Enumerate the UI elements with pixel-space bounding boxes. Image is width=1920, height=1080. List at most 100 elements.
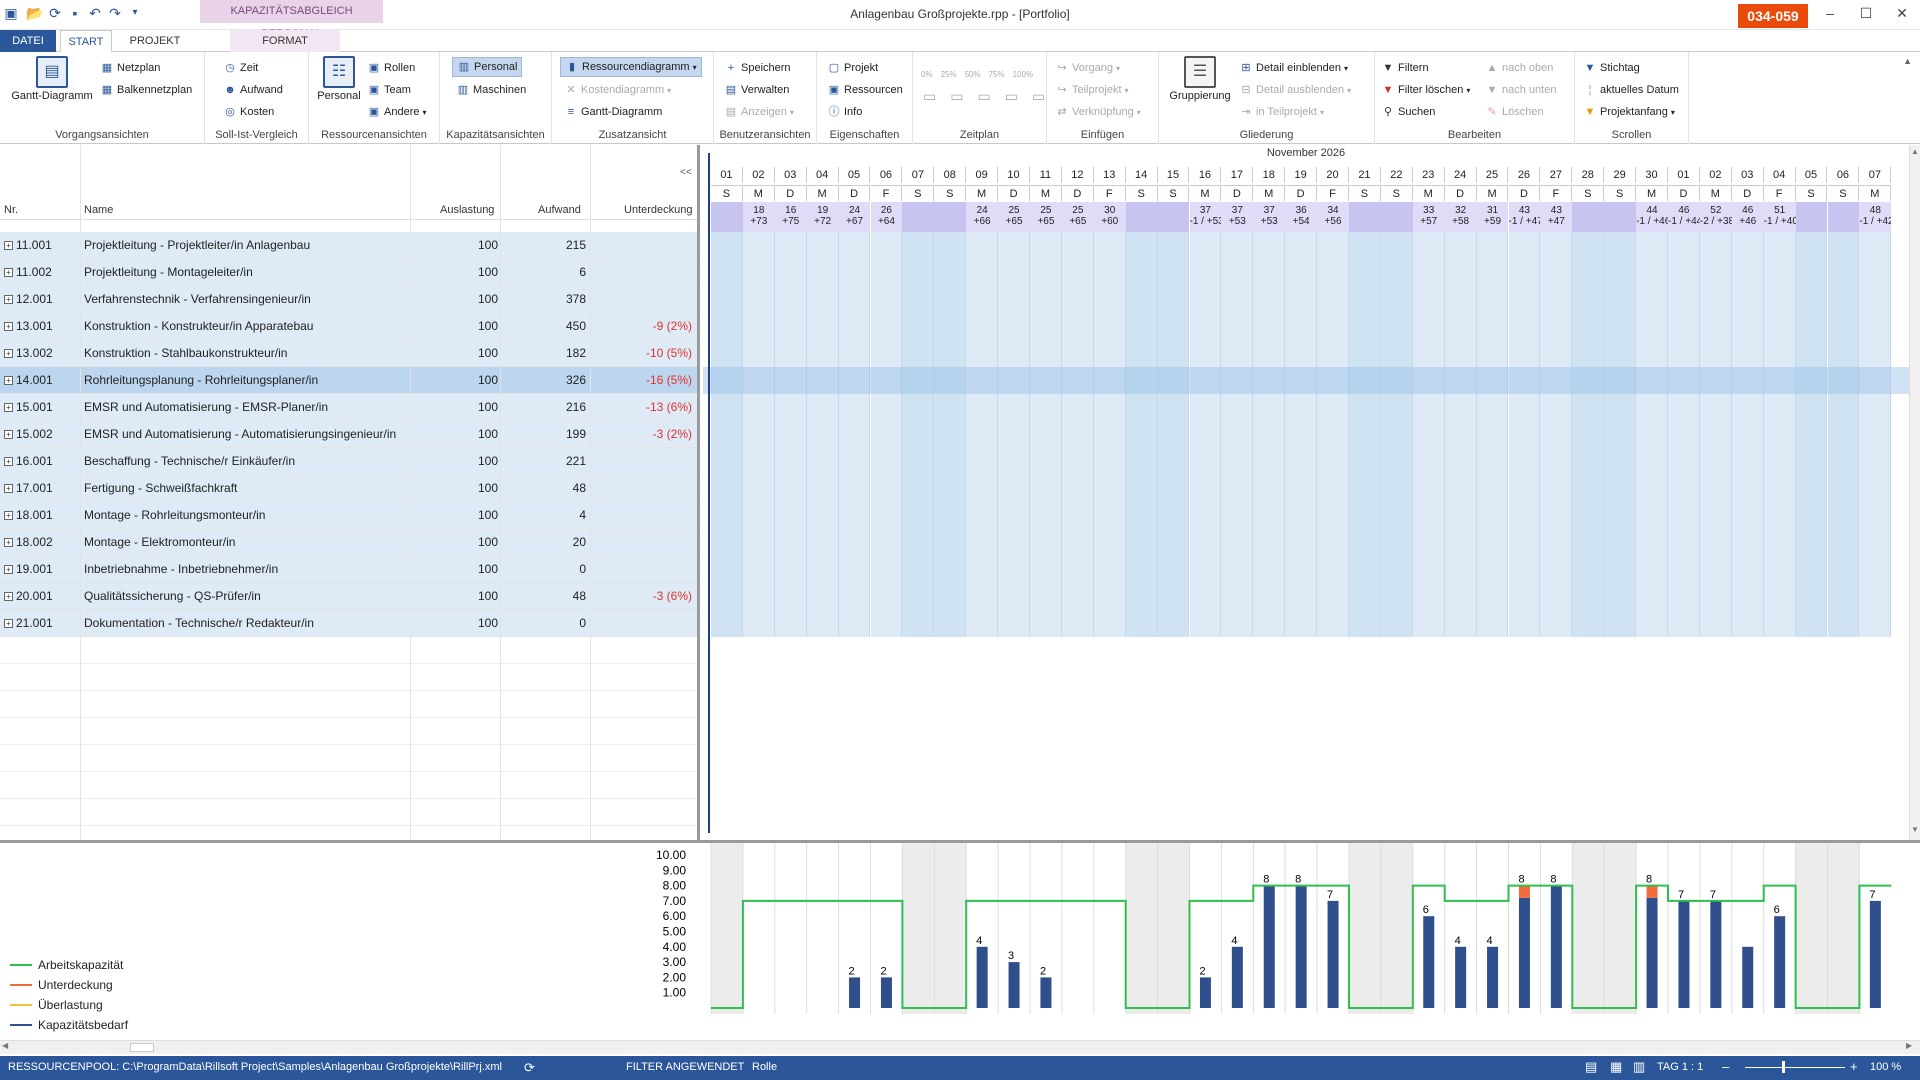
table-row[interactable]: +20.001 Qualitätssicherung - QS-Prüfer/in… — [0, 583, 697, 610]
vorgang-button[interactable]: ↪ Vorgang ▾ — [1055, 58, 1120, 78]
close-icon[interactable]: ✕ — [1892, 5, 1912, 22]
tab-format[interactable]: FORMAT — [230, 30, 340, 52]
progress-75-button[interactable]: 75% — [989, 70, 1005, 79]
table-row[interactable]: +18.001 Montage - Rohrleitungsmonteur/in 1… — [0, 502, 697, 529]
minimize-icon[interactable]: – — [1820, 5, 1840, 21]
header-nr[interactable]: Nr. — [4, 201, 18, 219]
in-teilprojekt-button[interactable]: ⇥ in Teilprojekt ▾ — [1239, 102, 1324, 122]
nach-oben-button[interactable]: ▲ nach oben — [1485, 58, 1554, 78]
ribbon-collapse-icon[interactable]: ▲ — [1903, 56, 1912, 66]
maximize-icon[interactable]: ☐ — [1856, 5, 1876, 22]
table-row[interactable]: +17.001 Fertigung - Schweißfachkraft 100 48 — [0, 475, 697, 502]
filter-loeschen-button[interactable]: ▼ Filter löschen ▾ — [1381, 80, 1471, 100]
speichern-button[interactable]: + Speichern — [724, 58, 791, 78]
personal-view-button[interactable]: ☷ Personal — [313, 56, 365, 102]
table-row[interactable]: +15.001 EMSR und Automatisierung - EMSR-P… — [0, 394, 697, 421]
table-row[interactable]: +11.001 Projektleitung - Projektleiter/in… — [0, 232, 697, 259]
progress-50-button[interactable]: 50% — [965, 70, 981, 79]
projekt-prop-button[interactable]: ▢ Projekt — [827, 58, 878, 78]
rollen-button[interactable]: ▣ Rollen — [367, 58, 415, 78]
zoom-in-icon[interactable]: + — [1850, 1059, 1858, 1074]
table-row[interactable]: +12.001 Verfahrenstechnik - Verfahrensing… — [0, 286, 697, 313]
verwalten-button[interactable]: ▤ Verwalten — [724, 80, 790, 100]
table-row[interactable]: +14.001 Rohrleitungsplanung - Rohrleitung… — [0, 367, 697, 394]
tab-datei[interactable]: DATEI — [0, 30, 56, 52]
vertical-scrollbar[interactable]: ▲ ▼ — [1909, 145, 1920, 840]
kapazitaet-personal-button[interactable]: ▥ Personal — [452, 57, 523, 77]
view-chart-icon[interactable]: ▥ — [1633, 1059, 1645, 1075]
expand-icon[interactable]: + — [4, 430, 13, 440]
progress-0-button[interactable]: 0% — [921, 70, 933, 79]
progress-buttons[interactable]: 0% 25% 50% 75% 100% — [921, 64, 1033, 84]
projektanfang-button[interactable]: ▼ Projektanfang ▾ — [1583, 102, 1675, 122]
table-row[interactable]: +19.001 Inbetriebnahme - Inbetriebnehmer/… — [0, 556, 697, 583]
header-auslastung[interactable]: Auslastung — [440, 201, 494, 219]
expand-icon[interactable]: + — [4, 484, 13, 494]
zoom-thumb[interactable] — [1782, 1061, 1785, 1073]
zusatz-gantt-button[interactable]: ≡ Gantt-Diagramm — [564, 102, 663, 122]
expand-icon[interactable]: + — [4, 457, 13, 467]
expand-icon[interactable]: + — [4, 619, 13, 629]
detail-ausblenden-button[interactable]: ⊟ Detail ausblenden ▾ — [1239, 80, 1351, 100]
view-normal-icon[interactable]: ▤ — [1585, 1059, 1597, 1075]
maschinen-button[interactable]: ▥ Maschinen — [456, 80, 526, 100]
kosten-button[interactable]: ◎ Kosten — [223, 102, 274, 122]
tab-start[interactable]: START — [60, 30, 112, 52]
scroll-thumb[interactable] — [130, 1043, 154, 1052]
loeschen-button[interactable]: ✎ Löschen — [1485, 102, 1543, 122]
expand-icon[interactable]: + — [4, 295, 13, 305]
header-name[interactable]: Name — [84, 201, 113, 219]
scroll-right-icon[interactable]: ▶ — [1906, 1041, 1912, 1050]
header-aufwand[interactable]: Aufwand — [538, 201, 581, 219]
team-button[interactable]: ▣ Team — [367, 80, 411, 100]
expand-icon[interactable]: + — [4, 322, 13, 332]
header-unterdeckung[interactable]: Unterdeckung — [624, 201, 693, 219]
progress-100-button[interactable]: 100% — [1013, 70, 1033, 79]
aufwand-button[interactable]: ☻ Aufwand — [223, 80, 283, 100]
suchen-button[interactable]: ⚲ Suchen — [1381, 102, 1435, 122]
table-row[interactable]: +21.001 Dokumentation - Technische/r Reda… — [0, 610, 697, 637]
scroll-left-icon[interactable]: ◀ — [2, 1041, 8, 1050]
expand-icon[interactable]: + — [4, 538, 13, 548]
expand-icon[interactable]: + — [4, 241, 13, 251]
teilprojekt-button[interactable]: ↪ Teilprojekt ▾ — [1055, 80, 1128, 100]
andere-button[interactable]: ▣ Andere ▾ — [367, 102, 427, 122]
expand-icon[interactable]: + — [4, 268, 13, 278]
scroll-down-icon[interactable]: ▼ — [1911, 825, 1919, 834]
table-row[interactable]: +15.002 EMSR und Automatisierung - Automa… — [0, 421, 697, 448]
balkennetzplan-button[interactable]: ▦ Balkennetzplan — [100, 80, 192, 100]
expand-icon[interactable]: + — [4, 349, 13, 359]
expand-icon[interactable]: + — [4, 565, 13, 575]
table-row[interactable]: +11.002 Projektleitung - Montageleiter/in… — [0, 259, 697, 286]
view-grid-icon[interactable]: ▦ — [1610, 1059, 1622, 1075]
table-row[interactable]: +16.001 Beschaffung - Technische/r Einkäu… — [0, 448, 697, 475]
detail-einblenden-button[interactable]: ⊞ Detail einblenden ▾ — [1239, 58, 1348, 78]
progress-25-button[interactable]: 25% — [941, 70, 957, 79]
ressourcendiagramm-button[interactable]: ▮ Ressourcendiagramm ▾ — [560, 57, 702, 77]
zoom-slider[interactable] — [1745, 1067, 1845, 1068]
stichtag-button[interactable]: ▼ Stichtag — [1583, 58, 1640, 78]
filtern-button[interactable]: ▼ Filtern — [1381, 58, 1429, 78]
netzplan-button[interactable]: ▦ Netzplan — [100, 58, 161, 78]
expand-icon[interactable]: + — [4, 511, 13, 521]
ressourcen-prop-button[interactable]: ▣ Ressourcen — [827, 80, 903, 100]
aktuelles-datum-button[interactable]: ¦ aktuelles Datum — [1583, 80, 1679, 100]
anzeigen-button[interactable]: ▤ Anzeigen ▾ — [724, 102, 794, 122]
info-button[interactable]: ⓘ Info — [827, 102, 863, 122]
table-row[interactable]: +13.001 Konstruktion - Konstrukteur/in Ap… — [0, 313, 697, 340]
table-row[interactable]: +18.002 Montage - Elektromonteur/in 100 20 — [0, 529, 697, 556]
horizontal-scrollbar[interactable]: ◀ ▶ — [0, 1040, 1920, 1054]
zeit-button[interactable]: ◷ Zeit — [223, 58, 258, 78]
tab-projekt[interactable]: PROJEKT — [120, 30, 190, 52]
expand-icon[interactable]: + — [4, 403, 13, 413]
nach-unten-button[interactable]: ▼ nach unten — [1485, 80, 1557, 100]
gantt-button[interactable]: ▤ Gantt-Diagramm — [6, 56, 98, 102]
verknuepfung-button[interactable]: ⇄ Verknüpfung ▾ — [1055, 102, 1140, 122]
zoom-out-icon[interactable]: – — [1722, 1059, 1729, 1074]
gruppierung-button[interactable]: ☰ Gruppierung — [1165, 56, 1235, 102]
table-row[interactable]: +13.002 Konstruktion - Stahlbaukonstrukte… — [0, 340, 697, 367]
expand-icon[interactable]: + — [4, 376, 13, 386]
kostendiagramm-button[interactable]: ✕ Kostendiagramm ▾ — [564, 80, 671, 100]
expand-icon[interactable]: + — [4, 592, 13, 602]
scroll-up-icon[interactable]: ▲ — [1911, 147, 1919, 156]
